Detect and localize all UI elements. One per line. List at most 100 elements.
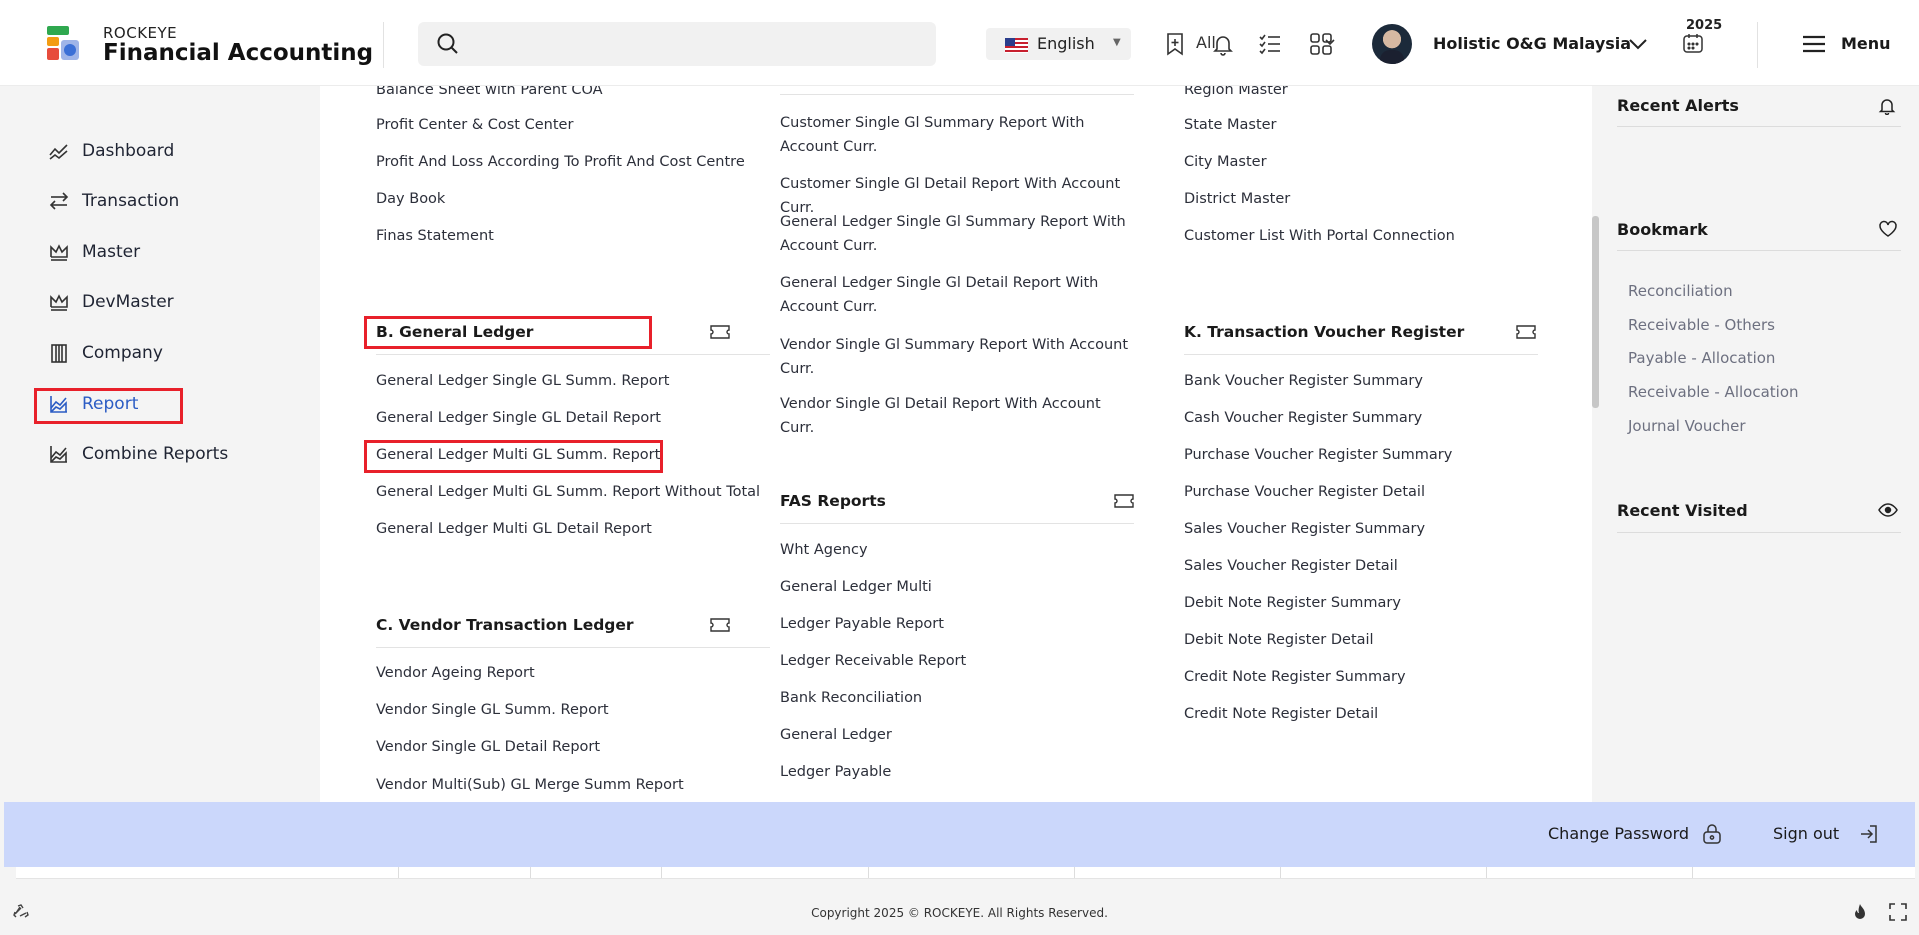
calendar-icon[interactable]: [1682, 33, 1704, 53]
menu-link[interactable]: Purchase Voucher Register Detail: [1184, 480, 1425, 504]
page-footer: Copyright 2025 © ROCKEYE. All Rights Res…: [0, 879, 1919, 935]
menu-link[interactable]: Vendor Ageing Report: [376, 661, 535, 685]
menu-link[interactable]: General Ledger Single GL Summ. Report: [376, 369, 669, 393]
lock-icon[interactable]: [1701, 823, 1723, 845]
avatar[interactable]: [1372, 24, 1412, 64]
menu-link[interactable]: Vendor Single Gl Detail Report With Acco…: [780, 392, 1134, 440]
menu-link[interactable]: Balance Sheet with Parent COA: [376, 86, 603, 102]
search-bar: All: [418, 22, 1348, 66]
menu-link[interactable]: Customer List With Portal Connection: [1184, 224, 1455, 248]
sign-out-icon[interactable]: [1858, 823, 1880, 845]
menu-link[interactable]: Customer Single Gl Summary Report With A…: [780, 111, 1134, 159]
menu-link[interactable]: Ledger Payable Report: [780, 612, 944, 636]
top-bar: ROCKEYE Financial Accounting All English…: [0, 0, 1919, 86]
rockeye-logo[interactable]: [44, 24, 84, 64]
menu-link[interactable]: Ledger Payable: [780, 760, 891, 784]
flame-icon[interactable]: [1852, 903, 1868, 921]
scrollbar-track[interactable]: [1592, 86, 1600, 802]
ticket-icon[interactable]: [710, 325, 730, 339]
menu-link[interactable]: Vendor Single GL Detail Report: [376, 735, 600, 759]
app-title: Financial Accounting: [103, 40, 374, 66]
ticket-icon[interactable]: [1114, 494, 1134, 508]
crown-icon: [50, 294, 68, 311]
recent-visited-title: Recent Visited: [1617, 501, 1748, 520]
column-divider: [1486, 867, 1487, 878]
menu-link[interactable]: Sales Voucher Register Detail: [1184, 554, 1398, 578]
search-icon[interactable]: [436, 32, 460, 56]
bookmark-link[interactable]: Journal Voucher: [1628, 417, 1746, 435]
menu-link[interactable]: General Ledger Single Gl Summary Report …: [780, 210, 1134, 258]
change-password-link[interactable]: Change Password: [1548, 824, 1689, 843]
bookmark-link[interactable]: Receivable - Others: [1628, 316, 1775, 334]
company-name[interactable]: Holistic O&G Malaysia: [1433, 34, 1631, 53]
bookmark-title: Bookmark: [1617, 220, 1708, 239]
menu-link[interactable]: General Ledger Multi: [780, 575, 932, 599]
menu-link[interactable]: Finas Statement: [376, 224, 494, 248]
heart-icon[interactable]: [1878, 220, 1898, 238]
task-list-icon[interactable]: [1257, 31, 1283, 57]
sidebar-item-devmaster[interactable]: DevMaster: [48, 285, 174, 319]
menu-link[interactable]: General Ledger: [780, 723, 892, 747]
menu-link[interactable]: General Ledger Single GL Detail Report: [376, 406, 661, 430]
menu-link[interactable]: City Master: [1184, 150, 1267, 174]
menu-link[interactable]: Wht Agency: [780, 538, 868, 562]
section-title-vendor-ledger: C. Vendor Transaction Ledger: [376, 616, 634, 634]
scrollbar-thumb[interactable]: [1592, 216, 1599, 408]
ticket-icon[interactable]: [710, 618, 730, 632]
menu-link[interactable]: Debit Note Register Detail: [1184, 628, 1374, 652]
sidebar-item-combine-reports[interactable]: Combine Reports: [48, 437, 228, 471]
divider: [1184, 354, 1538, 355]
menu-link[interactable]: Cash Voucher Register Summary: [1184, 406, 1422, 430]
ticket-icon[interactable]: [1516, 325, 1536, 339]
add-bookmark-icon[interactable]: [1162, 31, 1188, 57]
menu-link[interactable]: Ledger Receivable Report: [780, 649, 966, 673]
section-title-voucher-register: K. Transaction Voucher Register: [1184, 323, 1465, 341]
highlight-box: [364, 440, 663, 473]
apps-grid-icon[interactable]: [1308, 31, 1334, 57]
bookmark-link[interactable]: Reconciliation: [1628, 282, 1733, 300]
menu-link[interactable]: Profit And Loss According To Profit And …: [376, 150, 745, 174]
search-input[interactable]: [474, 28, 774, 60]
sidebar-item-dashboard[interactable]: Dashboard: [48, 134, 174, 168]
column-divider: [530, 867, 531, 878]
menu-link[interactable]: Bank Voucher Register Summary: [1184, 369, 1423, 393]
sign-out-link[interactable]: Sign out: [1773, 824, 1839, 843]
sidebar-item-company[interactable]: Company: [48, 336, 163, 370]
menu-link[interactable]: General Ledger Single Gl Detail Report W…: [780, 271, 1134, 319]
eye-icon[interactable]: [1878, 502, 1898, 518]
bookmark-link[interactable]: Receivable - Allocation: [1628, 383, 1799, 401]
chevron-down-icon[interactable]: [1627, 34, 1649, 54]
divider: [376, 354, 770, 355]
menu-link[interactable]: Vendor Single Gl Summary Report With Acc…: [780, 333, 1134, 381]
divider: [383, 22, 384, 68]
menu-link[interactable]: General Ledger Multi GL Summ. Report Wit…: [376, 480, 760, 504]
menu-link[interactable]: District Master: [1184, 187, 1290, 211]
menu-link[interactable]: Region Master: [1184, 86, 1288, 102]
sidebar-item-label: Master: [82, 242, 141, 262]
account-actions-bar: Change Password Sign out: [4, 802, 1915, 867]
sidebar-item-transaction[interactable]: Transaction: [48, 184, 179, 218]
menu-link[interactable]: Day Book: [376, 187, 445, 211]
menu-link[interactable]: General Ledger Multi GL Detail Report: [376, 517, 652, 541]
menu-link[interactable]: Bank Reconciliation: [780, 686, 922, 710]
language-select[interactable]: English ▼: [986, 28, 1131, 60]
sidebar-item-master[interactable]: Master: [48, 235, 140, 269]
hamburger-menu-icon[interactable]: [1802, 34, 1826, 54]
menu-link[interactable]: Sales Voucher Register Summary: [1184, 517, 1425, 541]
menu-link[interactable]: Purchase Voucher Register Summary: [1184, 443, 1452, 467]
menu-link[interactable]: Debit Note Register Summary: [1184, 591, 1401, 615]
bell-icon[interactable]: [1210, 31, 1236, 57]
menu-button[interactable]: Menu: [1841, 34, 1891, 53]
chart-icon: [50, 446, 67, 463]
building-icon: [51, 344, 67, 363]
menu-link[interactable]: Vendor Single GL Summ. Report: [376, 698, 609, 722]
bookmark-link[interactable]: Payable - Allocation: [1628, 349, 1775, 367]
menu-link[interactable]: Vendor Multi(Sub) GL Merge Summ Report: [376, 773, 684, 797]
bell-icon[interactable]: [1878, 97, 1896, 115]
divider: [376, 647, 770, 648]
menu-link[interactable]: Profit Center & Cost Center: [376, 113, 573, 137]
menu-link[interactable]: Credit Note Register Detail: [1184, 702, 1378, 726]
menu-link[interactable]: State Master: [1184, 113, 1277, 137]
fullscreen-icon[interactable]: [1889, 903, 1907, 921]
menu-link[interactable]: Credit Note Register Summary: [1184, 665, 1406, 689]
